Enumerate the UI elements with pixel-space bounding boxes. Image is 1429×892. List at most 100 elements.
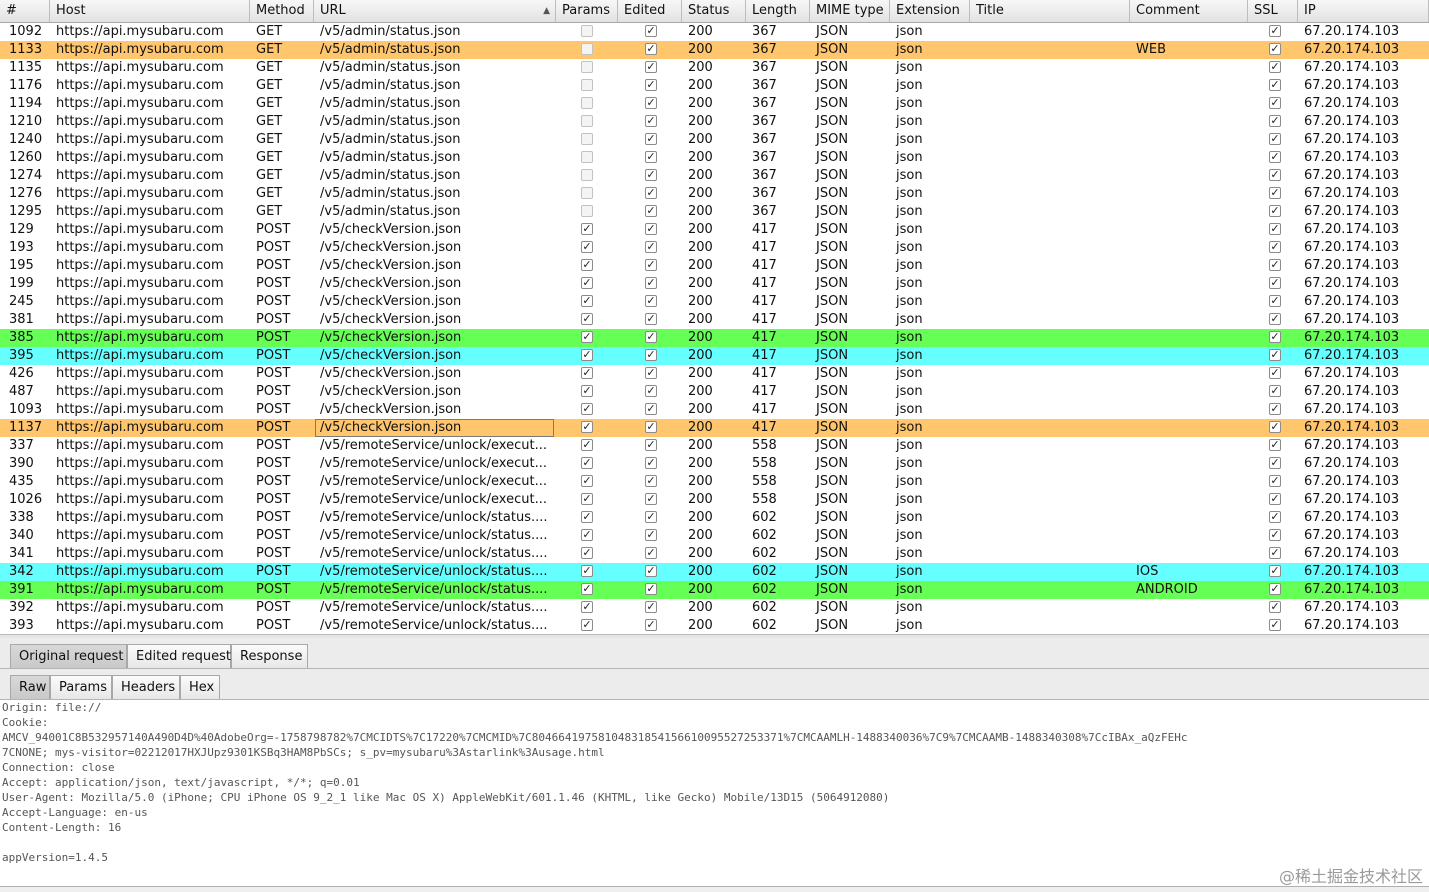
ssl-checkbox[interactable]: ✓ [1269, 313, 1281, 325]
edited-checkbox[interactable]: ✓ [645, 457, 657, 469]
ssl-checkbox[interactable]: ✓ [1269, 511, 1281, 523]
ssl-checkbox[interactable]: ✓ [1269, 79, 1281, 91]
edited-checkbox[interactable]: ✓ [645, 295, 657, 307]
params-checkbox[interactable]: ✓ [581, 475, 593, 487]
ssl-checkbox[interactable]: ✓ [1269, 223, 1281, 235]
ssl-checkbox[interactable]: ✓ [1269, 385, 1281, 397]
column-header-length[interactable]: Length [746, 0, 810, 22]
tab-raw[interactable]: Raw [10, 675, 50, 699]
params-checkbox[interactable]: ✓ [581, 385, 593, 397]
edited-checkbox[interactable]: ✓ [645, 277, 657, 289]
http-history-table[interactable]: # Host Method URL ▲ Params Edited Status Length M… [0, 0, 1429, 634]
edited-checkbox[interactable]: ✓ [645, 61, 657, 73]
edited-checkbox[interactable]: ✓ [645, 43, 657, 55]
edited-checkbox[interactable]: ✓ [645, 403, 657, 415]
params-checkbox[interactable]: ✓ [581, 493, 593, 505]
ssl-checkbox[interactable]: ✓ [1269, 403, 1281, 415]
params-checkbox[interactable]: ✓ [581, 583, 593, 595]
params-checkbox[interactable] [581, 187, 593, 199]
column-header-ssl[interactable]: SSL [1248, 0, 1298, 22]
edited-checkbox[interactable]: ✓ [645, 385, 657, 397]
table-row[interactable]: 1026 https://api.mysubaru.com POST/v5/remo… [0, 491, 1429, 509]
params-checkbox[interactable]: ✓ [581, 565, 593, 577]
edited-checkbox[interactable]: ✓ [645, 223, 657, 235]
table-row[interactable]: 1137 https://api.mysubaru.com POST/v5/chec… [0, 419, 1429, 437]
column-header-mime[interactable]: MIME type [810, 0, 890, 22]
table-row[interactable]: 1274 https://api.mysubaru.com GET/v5/admin… [0, 167, 1429, 185]
params-checkbox[interactable]: ✓ [581, 511, 593, 523]
edited-checkbox[interactable]: ✓ [645, 331, 657, 343]
edited-checkbox[interactable]: ✓ [645, 493, 657, 505]
params-checkbox[interactable]: ✓ [581, 601, 593, 613]
ssl-checkbox[interactable]: ✓ [1269, 457, 1281, 469]
ssl-checkbox[interactable]: ✓ [1269, 331, 1281, 343]
sort-ascending-icon[interactable]: ▲ [543, 0, 550, 22]
ssl-checkbox[interactable]: ✓ [1269, 367, 1281, 379]
table-row[interactable]: 245 https://api.mysubaru.com POST/v5/check… [0, 293, 1429, 311]
ssl-checkbox[interactable]: ✓ [1269, 619, 1281, 631]
tab-headers[interactable]: Headers [112, 675, 180, 699]
column-header-ext[interactable]: Extension [890, 0, 970, 22]
params-checkbox[interactable] [581, 205, 593, 217]
params-checkbox[interactable] [581, 133, 593, 145]
column-header-status[interactable]: Status [682, 0, 746, 22]
raw-request-editor[interactable]: Origin: file:// Cookie: AMCV_94001C8B53295… [0, 700, 1429, 886]
table-row[interactable]: 390 https://api.mysubaru.com POST/v5/remot… [0, 455, 1429, 473]
tab-edited-request[interactable]: Edited request [127, 644, 231, 668]
params-checkbox[interactable] [581, 43, 593, 55]
table-row[interactable]: 193 https://api.mysubaru.com POST/v5/check… [0, 239, 1429, 257]
params-checkbox[interactable] [581, 97, 593, 109]
edited-checkbox[interactable]: ✓ [645, 241, 657, 253]
edited-checkbox[interactable]: ✓ [645, 601, 657, 613]
params-checkbox[interactable]: ✓ [581, 421, 593, 433]
table-row[interactable]: 1135 https://api.mysubaru.com GET/v5/admin… [0, 59, 1429, 77]
params-checkbox[interactable] [581, 61, 593, 73]
edited-checkbox[interactable]: ✓ [645, 259, 657, 271]
edited-checkbox[interactable]: ✓ [645, 133, 657, 145]
table-row[interactable]: 1260 https://api.mysubaru.com GET/v5/admin… [0, 149, 1429, 167]
table-row[interactable]: 1093 https://api.mysubaru.com POST/v5/chec… [0, 401, 1429, 419]
ssl-checkbox[interactable]: ✓ [1269, 439, 1281, 451]
ssl-checkbox[interactable]: ✓ [1269, 529, 1281, 541]
edited-checkbox[interactable]: ✓ [645, 583, 657, 595]
table-row[interactable]: 1210 https://api.mysubaru.com GET/v5/admin… [0, 113, 1429, 131]
table-row[interactable]: 487 https://api.mysubaru.com POST/v5/check… [0, 383, 1429, 401]
params-checkbox[interactable]: ✓ [581, 295, 593, 307]
ssl-checkbox[interactable]: ✓ [1269, 97, 1281, 109]
table-row[interactable]: 1133 https://api.mysubaru.com GET/v5/admin… [0, 41, 1429, 59]
ssl-checkbox[interactable]: ✓ [1269, 601, 1281, 613]
column-header-ip[interactable]: IP [1298, 0, 1429, 22]
table-row[interactable]: 341 https://api.mysubaru.com POST/v5/remot… [0, 545, 1429, 563]
params-checkbox[interactable]: ✓ [581, 529, 593, 541]
table-row[interactable]: 426 https://api.mysubaru.com POST/v5/check… [0, 365, 1429, 383]
ssl-checkbox[interactable]: ✓ [1269, 115, 1281, 127]
params-checkbox[interactable]: ✓ [581, 367, 593, 379]
table-row[interactable]: 342 https://api.mysubaru.com POST/v5/remot… [0, 563, 1429, 581]
params-checkbox[interactable]: ✓ [581, 349, 593, 361]
column-header-edited[interactable]: Edited [618, 0, 682, 22]
params-checkbox[interactable]: ✓ [581, 439, 593, 451]
column-header-method[interactable]: Method [250, 0, 314, 22]
column-header-params[interactable]: Params [556, 0, 618, 22]
table-row[interactable]: 385 https://api.mysubaru.com POST/v5/check… [0, 329, 1429, 347]
column-header-host[interactable]: Host [50, 0, 250, 22]
edited-checkbox[interactable]: ✓ [645, 565, 657, 577]
edited-checkbox[interactable]: ✓ [645, 313, 657, 325]
params-checkbox[interactable]: ✓ [581, 241, 593, 253]
ssl-checkbox[interactable]: ✓ [1269, 25, 1281, 37]
params-checkbox[interactable] [581, 25, 593, 37]
params-checkbox[interactable] [581, 151, 593, 163]
table-row[interactable]: 395 https://api.mysubaru.com POST/v5/check… [0, 347, 1429, 365]
table-row[interactable]: 337 https://api.mysubaru.com POST/v5/remot… [0, 437, 1429, 455]
edited-checkbox[interactable]: ✓ [645, 25, 657, 37]
edited-checkbox[interactable]: ✓ [645, 115, 657, 127]
column-header-comment[interactable]: Comment [1130, 0, 1248, 22]
params-checkbox[interactable]: ✓ [581, 547, 593, 559]
ssl-checkbox[interactable]: ✓ [1269, 151, 1281, 163]
edited-checkbox[interactable]: ✓ [645, 511, 657, 523]
edited-checkbox[interactable]: ✓ [645, 421, 657, 433]
edited-checkbox[interactable]: ✓ [645, 475, 657, 487]
ssl-checkbox[interactable]: ✓ [1269, 583, 1281, 595]
ssl-checkbox[interactable]: ✓ [1269, 259, 1281, 271]
ssl-checkbox[interactable]: ✓ [1269, 187, 1281, 199]
